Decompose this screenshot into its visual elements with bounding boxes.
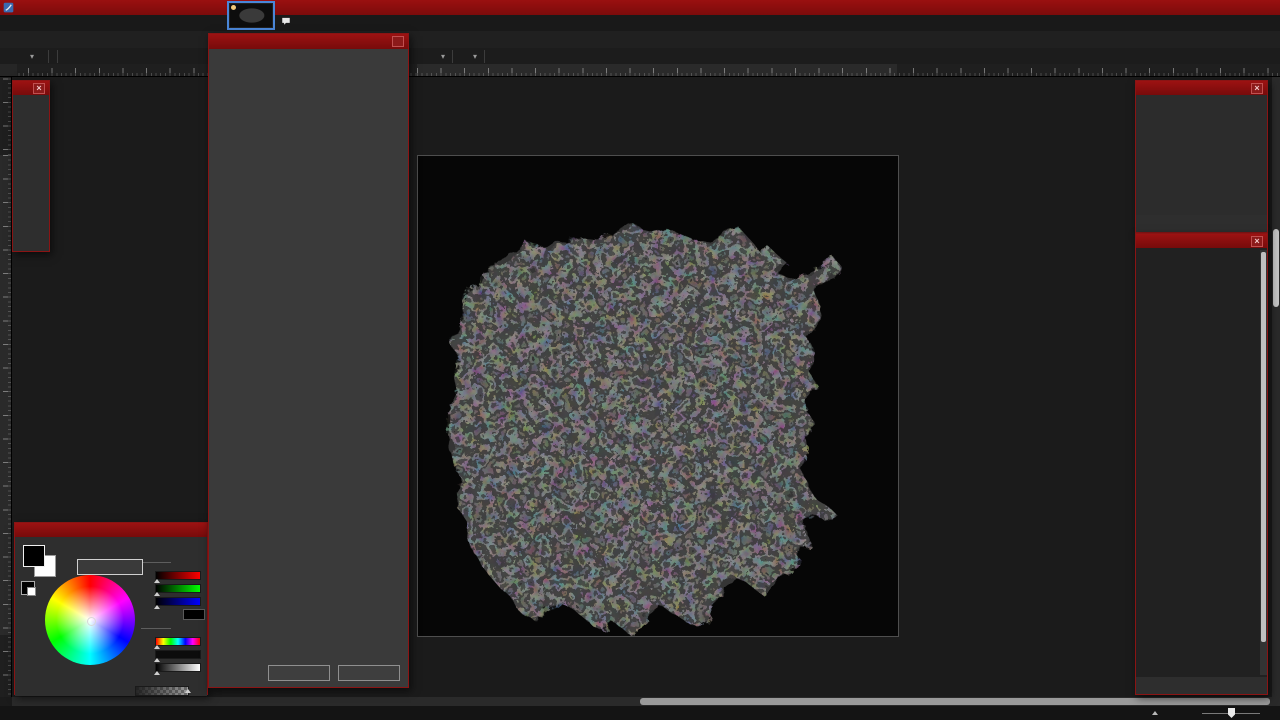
ruler-unit-box [0, 64, 17, 77]
color-wheel-cursor [87, 617, 96, 626]
close-icon[interactable] [392, 36, 404, 47]
chevron-down-icon[interactable]: ▾ [441, 52, 445, 61]
alpha-marker [185, 689, 191, 693]
layers-scrollbar[interactable] [1260, 250, 1267, 675]
zoom-in-icon[interactable] [1265, 708, 1276, 719]
horizontal-scrollbar-thumb[interactable] [640, 698, 1270, 705]
close-icon[interactable]: × [1251, 83, 1263, 94]
document-tab[interactable] [227, 1, 275, 30]
zoom-out-icon[interactable] [1186, 708, 1197, 719]
unsaved-indicator [231, 5, 236, 10]
fill-mode-icon[interactable] [70, 50, 83, 63]
zoom-slider[interactable] [1202, 708, 1260, 718]
hex-input[interactable] [183, 609, 205, 620]
image-size-icon [1083, 708, 1094, 719]
zoom-slider-thumb[interactable] [1228, 708, 1235, 718]
vertical-ruler [0, 77, 12, 697]
feedback-icon[interactable] [281, 16, 291, 26]
active-tool-dropdown[interactable]: ▾ [15, 48, 43, 64]
menu-bar [0, 15, 1280, 31]
terrain-heightmap-dialog [208, 33, 409, 688]
hue-slider[interactable] [155, 637, 201, 646]
colors-window [14, 522, 208, 695]
app-icon [3, 2, 14, 13]
less-button[interactable] [77, 559, 143, 575]
swatch-mode-toggle[interactable] [21, 581, 35, 595]
red-slider[interactable] [155, 571, 201, 580]
swap-colors-icon[interactable] [47, 541, 59, 553]
close-icon[interactable]: × [33, 83, 45, 94]
add-color-icon[interactable] [17, 644, 27, 654]
cancel-button[interactable] [338, 665, 400, 681]
layers-window: × [1135, 233, 1268, 695]
blue-slider[interactable] [155, 597, 201, 606]
island-image [418, 156, 898, 636]
redo-icon[interactable] [1159, 218, 1171, 230]
tools-window: × [12, 80, 50, 252]
primary-color-swatch[interactable] [23, 545, 45, 567]
canvas[interactable] [417, 155, 899, 637]
undo-icon[interactable] [1141, 218, 1153, 230]
document-thumbnail [230, 4, 272, 27]
layers-scrollbar-thumb[interactable] [1261, 252, 1266, 642]
magic-wand-icon [22, 50, 28, 63]
finish-check-icon [490, 50, 502, 62]
title-bar [0, 0, 1280, 15]
saturation-slider[interactable] [155, 650, 201, 659]
vertical-scrollbar-thumb[interactable] [1273, 229, 1279, 307]
palette-menu-icon[interactable] [29, 644, 39, 654]
status-bar [0, 706, 1280, 720]
horizontal-ruler [17, 64, 1280, 77]
green-slider[interactable] [155, 584, 201, 593]
vertical-scrollbar[interactable] [1272, 77, 1280, 697]
sample-layer-icon [421, 50, 434, 63]
sample-shape-icon[interactable] [458, 50, 471, 63]
fit-window-icon[interactable] [1168, 707, 1181, 720]
value-slider[interactable] [155, 663, 201, 672]
alpha-slider[interactable] [135, 686, 189, 696]
chevron-up-icon[interactable] [1152, 711, 1158, 715]
chevron-down-icon[interactable]: ▾ [473, 52, 477, 61]
tool-cursor-icon [3, 708, 14, 719]
tool-options-bar: ▾ ▾ ▾ [0, 48, 1280, 64]
main-toolbar [0, 31, 1280, 48]
close-icon[interactable]: × [1251, 236, 1263, 247]
cursor-position-icon [1116, 708, 1127, 719]
chevron-down-icon: ▾ [30, 52, 34, 61]
history-window: × [1135, 80, 1268, 233]
horizontal-scrollbar[interactable] [12, 697, 1280, 706]
ok-button[interactable] [268, 665, 330, 681]
